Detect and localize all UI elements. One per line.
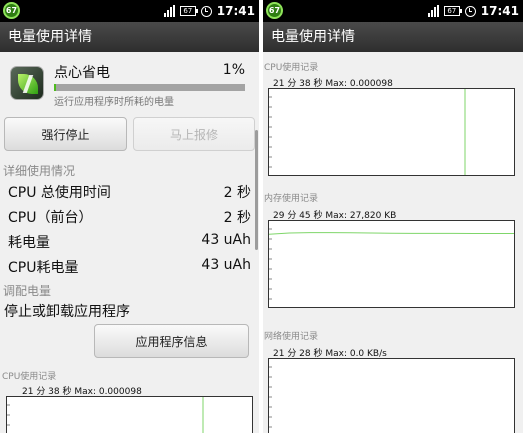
memory-usage-chart — [268, 220, 515, 308]
chart-svg — [269, 89, 466, 175]
status-icons: 67 17:41 — [427, 0, 519, 22]
detail-label-power: 耗电量 — [8, 235, 50, 251]
scrollbar-thumb[interactable] — [255, 130, 258, 250]
detail-value-cpu-foreground: 2 秒 — [223, 210, 251, 226]
notification-badge[interactable]: 67 — [266, 2, 283, 19]
status-bar: 67 67 17:41 — [0, 0, 259, 22]
network-chart-label: 网络使用记录 — [264, 332, 319, 342]
detail-label-cpu-foreground: CPU（前台） — [8, 210, 93, 226]
screen-power-detail-left: 67 67 17:41 电量使用详情 点心省电 1% 运行应用程序时所耗的电量 … — [0, 0, 259, 433]
detail-section-header: 详细使用情况 — [3, 164, 76, 178]
force-stop-button[interactable]: 强行停止 — [4, 117, 127, 151]
status-time: 17:41 — [480, 4, 519, 18]
usage-bar — [54, 84, 245, 91]
detail-value-cpu-power: 43 uAh — [201, 257, 251, 273]
report-button[interactable]: 马上报修 — [133, 117, 255, 151]
chart-svg — [7, 397, 204, 433]
usage-bar-fill — [54, 84, 56, 91]
app-name: 点心省电 — [54, 65, 110, 81]
detail-value-cpu-total: 2 秒 — [223, 185, 251, 201]
cpu-usage-chart — [6, 396, 253, 433]
network-usage-chart — [268, 358, 515, 433]
signal-icon — [427, 5, 439, 17]
status-bar: 67 67 17:41 — [263, 0, 523, 22]
battery-icon: 67 — [443, 6, 462, 16]
screen-power-detail-right: 67 67 17:41 电量使用详情 CPU使用记录 21 分 38 秒 Max… — [263, 0, 523, 433]
notification-badge[interactable]: 67 — [3, 2, 20, 19]
alarm-clock-icon — [464, 5, 476, 17]
cpu-chart-label: CPU使用记录 — [264, 63, 319, 73]
status-icons: 67 17:41 — [163, 0, 255, 22]
page-title: 电量使用详情 — [0, 22, 259, 52]
app-icon — [10, 66, 44, 100]
detail-value-power: 43 uAh — [201, 232, 251, 248]
status-time: 17:41 — [216, 4, 255, 18]
signal-icon — [163, 5, 175, 17]
app-info-button[interactable]: 应用程序信息 — [94, 324, 249, 358]
adjust-section-header: 调配电量 — [3, 284, 52, 298]
alarm-clock-icon — [200, 5, 212, 17]
detail-label-cpu-power: CPU耗电量 — [8, 260, 79, 276]
app-usage-percent: 1% — [222, 62, 245, 78]
chart-svg — [269, 228, 514, 300]
cpu-chart-label: CPU使用记录 — [2, 372, 57, 382]
adjust-text: 停止或卸载应用程序 — [4, 304, 130, 320]
memory-chart-label: 内存使用记录 — [264, 194, 319, 204]
memory-series-line — [269, 232, 514, 235]
app-usage-subtitle: 运行应用程序时所耗的电量 — [54, 97, 174, 108]
detail-label-cpu-total: CPU 总使用时间 — [8, 185, 111, 201]
battery-icon: 67 — [179, 6, 198, 16]
cpu-usage-chart — [268, 88, 515, 176]
chart-svg — [269, 366, 272, 428]
page-title: 电量使用详情 — [263, 22, 523, 52]
